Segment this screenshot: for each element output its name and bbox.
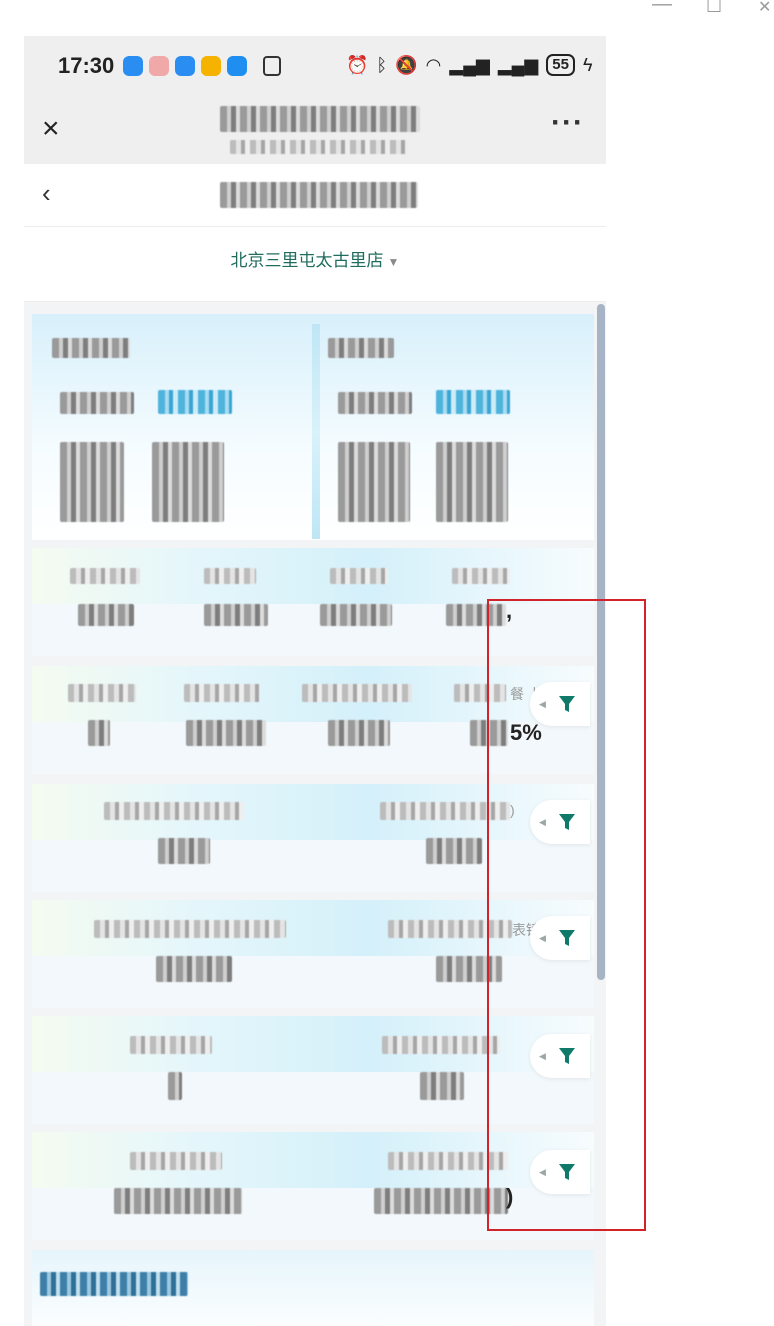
redacted-label bbox=[184, 684, 260, 702]
redacted-left-title bbox=[52, 338, 130, 358]
redacted-value bbox=[328, 720, 390, 746]
redacted-value bbox=[320, 604, 392, 626]
redacted-left-value bbox=[158, 390, 232, 414]
caret-down-icon: ▼ bbox=[387, 255, 400, 269]
sub-navigation-bar: ‹ bbox=[24, 164, 606, 227]
redacted-label bbox=[204, 568, 256, 584]
redacted-right-label bbox=[338, 392, 412, 414]
bluetooth-icon: ᛒ bbox=[376, 54, 388, 75]
redacted-subtitle bbox=[230, 140, 408, 154]
back-button[interactable]: ‹ bbox=[42, 178, 51, 209]
redacted-label bbox=[330, 568, 388, 584]
redacted-value bbox=[88, 720, 110, 746]
redacted-value bbox=[204, 604, 268, 626]
minimize-button[interactable]: — bbox=[652, 0, 672, 14]
status-right-icons: ⏰ ᛒ 🔕 ◠ ▂▄▆ ▂▄▆ 55 ϟ bbox=[346, 54, 593, 76]
redacted-value bbox=[426, 838, 482, 864]
redacted-label bbox=[382, 1036, 500, 1054]
redacted-title bbox=[220, 106, 420, 132]
redacted-label bbox=[302, 684, 412, 702]
signal-icon: ▂▄▆ bbox=[449, 54, 490, 75]
column-separator bbox=[312, 324, 320, 539]
mute-icon: 🔕 bbox=[395, 54, 418, 75]
redacted-right-value bbox=[436, 390, 510, 414]
alarm-icon: ⏰ bbox=[346, 54, 369, 75]
store-name: 北京三里屯太古里店 bbox=[230, 251, 384, 270]
message-icon bbox=[123, 56, 143, 76]
status-time: 17:30 bbox=[58, 53, 115, 78]
battery-indicator: 55 bbox=[546, 54, 575, 76]
avatar-icon bbox=[149, 56, 169, 76]
redacted-value bbox=[78, 604, 134, 626]
redacted-right-details-2 bbox=[436, 442, 508, 522]
cloud-icon bbox=[227, 56, 247, 76]
summary-card bbox=[32, 314, 594, 540]
redacted-label bbox=[104, 802, 244, 820]
redacted-label bbox=[130, 1152, 222, 1170]
maximize-button[interactable]: ☐ bbox=[706, 0, 722, 16]
weather-icon bbox=[201, 56, 221, 76]
status-app-icons bbox=[123, 56, 281, 76]
store-selector[interactable]: 北京三里屯太古里店 ▼ bbox=[24, 246, 606, 271]
redacted-value bbox=[158, 838, 210, 864]
wifi-icon: ◠ bbox=[425, 54, 442, 75]
redacted-label bbox=[94, 920, 286, 938]
browser-icon bbox=[175, 56, 195, 76]
redacted-label bbox=[70, 568, 140, 584]
status-bar: 17:30 ⏰ ᛒ 🔕 ◠ ▂▄▆ ▂▄▆ 55 ϟ bbox=[24, 36, 606, 96]
redacted-value bbox=[420, 1072, 464, 1100]
nfc-icon bbox=[263, 56, 281, 76]
redacted-value bbox=[186, 720, 266, 746]
signal-icon: ▂▄▆ bbox=[497, 54, 539, 75]
redacted-label bbox=[68, 684, 136, 702]
redacted-value bbox=[114, 1188, 242, 1214]
charging-icon: ϟ bbox=[582, 54, 593, 75]
redacted-left-details bbox=[60, 442, 124, 522]
highlight-annotation-box bbox=[487, 599, 646, 1231]
close-page-button[interactable]: × bbox=[42, 114, 60, 144]
redacted-right-details bbox=[338, 442, 410, 522]
redacted-label bbox=[452, 568, 510, 584]
redacted-right-title bbox=[328, 338, 394, 358]
next-section-card bbox=[32, 1250, 594, 1326]
redacted-section-title bbox=[40, 1272, 188, 1296]
redacted-value bbox=[156, 956, 232, 982]
close-window-button[interactable]: ✕ bbox=[758, 0, 771, 18]
redacted-page-title bbox=[220, 182, 418, 208]
redacted-label bbox=[130, 1036, 212, 1054]
redacted-left-label bbox=[60, 392, 134, 414]
more-options-button[interactable]: ··· bbox=[551, 106, 584, 140]
redacted-left-details-2 bbox=[152, 442, 224, 522]
title-bar: × ··· bbox=[24, 96, 606, 164]
redacted-value bbox=[168, 1072, 182, 1100]
